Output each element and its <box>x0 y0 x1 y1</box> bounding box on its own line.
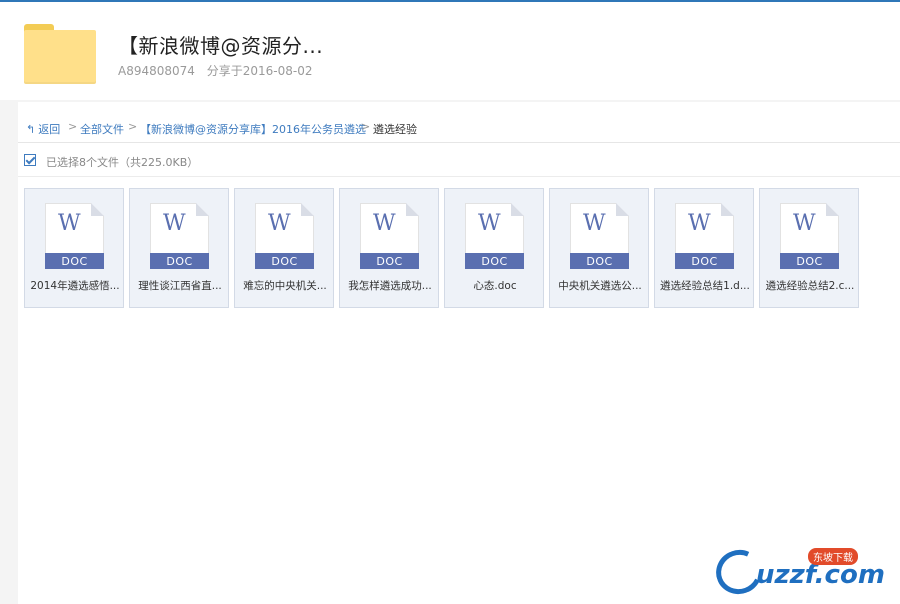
share-date: 分享于2016-08-02 <box>206 64 313 78</box>
file-tile[interactable]: W DOC 遴选经验总结1.d... <box>654 188 754 308</box>
file-name: 理性谈江西省直... <box>138 280 222 292</box>
watermark-badge: 东坡下载 <box>808 548 858 565</box>
breadcrumb-sep: > <box>361 120 371 133</box>
word-doc-icon: W DOC <box>45 203 104 269</box>
folder-icon <box>24 24 96 84</box>
share-header: 【新浪微博@资源分... A894808074 分享于2016-08-02 <box>0 2 900 100</box>
word-doc-icon: W DOC <box>150 203 209 269</box>
breadcrumb-all-files[interactable]: 全部文件 <box>80 121 124 137</box>
file-tile[interactable]: W DOC 难忘的中央机关... <box>234 188 334 308</box>
word-doc-icon: W DOC <box>360 203 419 269</box>
file-panel: ↰ 返回 > 全部文件 > 【新浪微博@资源分享库】2016年公务员遴选 > 遴选… <box>18 102 900 604</box>
file-tile[interactable]: W DOC 心态.doc <box>444 188 544 308</box>
share-meta: A894808074 分享于2016-08-02 <box>118 62 321 79</box>
share-title: 【新浪微博@资源分... <box>118 34 324 58</box>
breadcrumb-sep: > <box>128 120 138 133</box>
word-doc-icon: W DOC <box>255 203 314 269</box>
breadcrumb-parent-folder[interactable]: 【新浪微博@资源分享库】2016年公务员遴选 <box>140 121 366 137</box>
share-user: A894808074 <box>118 64 195 78</box>
file-name: 遴选经验总结2.c... <box>765 280 855 292</box>
select-all-checkbox[interactable] <box>24 154 36 166</box>
file-tile[interactable]: W DOC 2014年遴选感悟... <box>24 188 124 308</box>
selection-info: 已选择8个文件（共225.0KB） <box>46 156 199 169</box>
file-name: 我怎样遴选成功... <box>348 280 432 292</box>
back-link[interactable]: ↰ 返回 <box>26 121 60 137</box>
file-tile[interactable]: W DOC 遴选经验总结2.c... <box>759 188 859 308</box>
file-tile[interactable]: W DOC 中央机关遴选公... <box>549 188 649 308</box>
breadcrumb-current: 遴选经验 <box>373 123 417 136</box>
file-name: 2014年遴选感悟... <box>30 280 120 292</box>
word-doc-icon: W DOC <box>465 203 524 269</box>
site-watermark: uzzf.com 东坡下载 <box>709 543 896 601</box>
word-doc-icon: W DOC <box>675 203 734 269</box>
file-name: 遴选经验总结1.d... <box>660 280 750 292</box>
file-name: 难忘的中央机关... <box>243 280 327 292</box>
breadcrumb: ↰ 返回 > 全部文件 > 【新浪微博@资源分享库】2016年公务员遴选 > 遴选… <box>18 114 900 143</box>
breadcrumb-sep: > <box>68 120 78 133</box>
back-label: 返回 <box>38 123 61 136</box>
file-tile[interactable]: W DOC 理性谈江西省直... <box>129 188 229 308</box>
word-doc-icon: W DOC <box>780 203 839 269</box>
file-tile[interactable]: W DOC 我怎样遴选成功... <box>339 188 439 308</box>
word-doc-icon: W DOC <box>570 203 629 269</box>
selection-bar: 已选择8个文件（共225.0KB） <box>18 146 900 177</box>
file-name: 中央机关遴选公... <box>558 280 642 292</box>
file-name: 心态.doc <box>473 280 517 292</box>
back-arrow-icon: ↰ <box>26 123 36 136</box>
